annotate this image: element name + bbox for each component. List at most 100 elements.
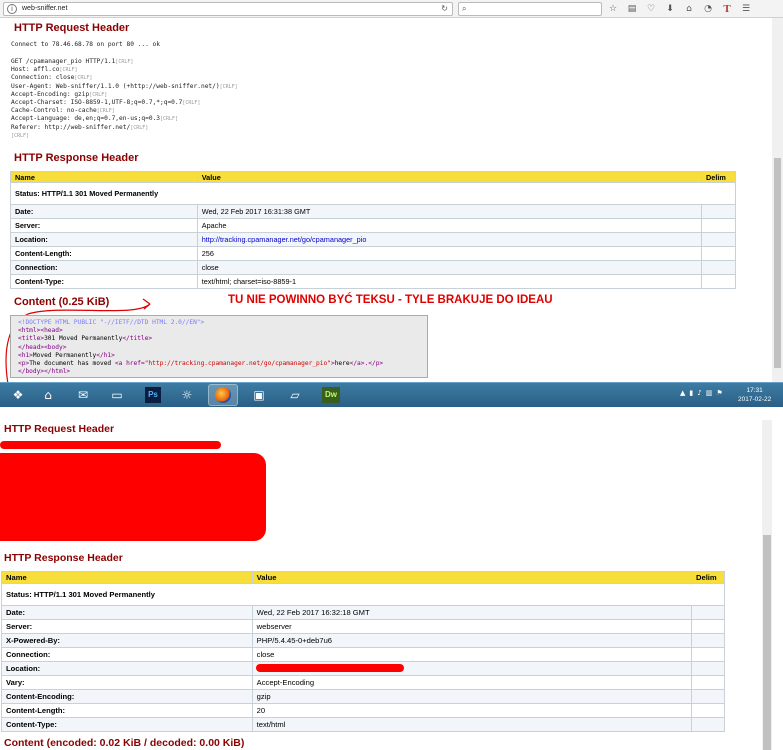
tray-arrow-icon[interactable]: ▲	[680, 389, 685, 397]
dreamweaver-icon[interactable]: Dw	[316, 384, 346, 406]
code-doctype: <!DOCTYPE HTML PUBLIC "-//IETF//DTD HTML…	[18, 319, 205, 326]
clock-time: 17:31	[746, 387, 763, 394]
header-row: Content-Encoding: gzip	[1, 689, 726, 704]
code-h1-open: <h1>	[18, 351, 33, 359]
sync-icon[interactable]: ◔	[701, 2, 715, 16]
network-tray-icon[interactable]: ▥	[706, 389, 713, 397]
scrollbar-thumb[interactable]	[774, 158, 781, 368]
header-row: Location:	[1, 661, 726, 676]
col-delim-header: Delim	[701, 171, 736, 183]
dreamweaver-label: Dw	[322, 387, 340, 403]
response-header-title: HTTP Response Header	[14, 152, 139, 164]
photoshop-label: Ps	[145, 387, 161, 403]
crlf-marker: [CRLF]	[11, 132, 30, 139]
code-p-text: The document has moved	[29, 360, 115, 368]
header-row: Content-Length: 20	[1, 703, 726, 718]
crlf-marker: [CRLF]	[115, 59, 134, 65]
volume-icon[interactable]: ♪	[697, 389, 701, 397]
bottom-col-name-header: Name	[1, 571, 253, 584]
crlf-marker: [CRLF]	[59, 67, 78, 74]
network-icon[interactable]: ☼	[172, 384, 202, 406]
request-line: Referer: http://web-sniffer.net/[CRLF]	[11, 124, 238, 132]
notepad-icon[interactable]: ▱	[280, 384, 310, 406]
t-addon-icon[interactable]: T	[720, 2, 734, 16]
header-name: Content-Type:	[1, 717, 253, 732]
site-info-icon[interactable]: i	[7, 4, 17, 14]
code-href-value: "http://tracking.cpamanager.net/go/cpama…	[144, 360, 331, 368]
request-line: GET /cpamanager_pio HTTP/1.1[CRLF]	[11, 58, 238, 66]
header-delim	[701, 218, 736, 233]
code-title-text: 301 Moved Permanently	[44, 335, 123, 343]
header-name: Content-Encoding:	[1, 689, 253, 704]
search-bar[interactable]: ⌕	[458, 2, 602, 16]
header-value: text/html; charset=iso-8859-1	[196, 274, 703, 289]
request-line-text: GET /cpamanager_pio HTTP/1.1	[11, 58, 116, 65]
firefox-logo	[215, 387, 231, 403]
header-delim	[701, 274, 736, 289]
header-row: Location: http://tracking.cpamanager.net/…	[10, 232, 736, 247]
status-row: Status: HTTP/1.1 301 Moved Permanently	[10, 182, 736, 205]
address-bar[interactable]: i web-sniffer.net ↻	[3, 2, 453, 16]
redaction-bar	[0, 441, 221, 449]
header-delim	[701, 204, 736, 219]
pocket-icon[interactable]: ♡	[644, 2, 658, 16]
thunderbird-icon[interactable]: ✉	[68, 384, 98, 406]
signal-icon[interactable]: ▮	[689, 389, 693, 397]
header-name: Date:	[10, 204, 198, 219]
header-row: Connection: close	[10, 260, 736, 275]
header-name: Connection:	[10, 260, 198, 275]
header-value: close	[196, 260, 703, 275]
header-row: Content-Type: text/html; charset=iso-8859…	[10, 274, 736, 289]
header-row: X-Powered-By: PHP/5.4.45-0+deb7u6	[1, 633, 726, 648]
bottom-content-title: Content (encoded: 0.02 KiB / decoded: 0.…	[4, 737, 245, 749]
start-orb[interactable]: ❖	[3, 384, 33, 406]
header-row: Connection: close	[1, 647, 726, 662]
request-line-text: Host: affl.co	[11, 66, 60, 74]
home-icon[interactable]: ⌂	[682, 2, 696, 16]
code-a-open: <a	[114, 360, 127, 368]
header-name: Server:	[1, 619, 253, 634]
col-name-header: Name	[10, 171, 198, 183]
flag-icon[interactable]: ⚑	[716, 389, 722, 397]
header-name: Content-Length:	[1, 703, 253, 718]
header-delim	[701, 246, 736, 261]
request-line: Accept-Encoding: gzip[CRLF]	[11, 91, 238, 99]
crlf-marker: [CRLF]	[74, 75, 93, 82]
firefox-icon[interactable]	[208, 384, 238, 406]
star-icon[interactable]: ☆	[606, 2, 620, 16]
header-row: Server: Apache	[10, 218, 736, 233]
system-clock[interactable]: 17:31 2017-02-22	[738, 386, 771, 404]
code-href-attr: href=	[126, 360, 145, 368]
header-delim	[690, 619, 726, 634]
photoshop-icon[interactable]: Ps	[138, 384, 168, 406]
file-manager-icon[interactable]: ▭	[102, 384, 132, 406]
reading-list-icon[interactable]: ▤	[625, 2, 639, 16]
header-name: X-Powered-By:	[1, 633, 253, 648]
code-link-text: here	[334, 360, 350, 368]
header-delim	[690, 689, 726, 704]
code-h1-close: </h1>	[96, 351, 115, 359]
header-name: Location:	[1, 661, 253, 676]
col-value-header: Value	[196, 171, 703, 183]
crlf-marker: [CRLF]	[89, 91, 108, 98]
crlf-marker: [CRLF]	[219, 83, 238, 90]
response-header-table: Name Value Delim Status: HTTP/1.1 301 Mo…	[10, 171, 736, 289]
menu-icon[interactable]: ☰	[739, 2, 753, 16]
request-lines: GET /cpamanager_pio HTTP/1.1[CRLF] Host: …	[11, 58, 238, 140]
request-line: Accept-Language: de,en;q=0.7,en-us;q=0.3…	[11, 115, 238, 123]
request-line: [CRLF]	[11, 132, 238, 140]
download-icon[interactable]: ⬇	[663, 2, 677, 16]
remote-desktop-icon[interactable]: ▣	[244, 384, 274, 406]
bottom-scrollbar[interactable]	[762, 420, 772, 750]
location-link[interactable]: http://tracking.cpamanager.net/go/cpaman…	[196, 232, 703, 247]
header-value: Apache	[196, 218, 703, 233]
address-url[interactable]: web-sniffer.net	[22, 5, 67, 12]
explorer-home-icon[interactable]: ⌂	[33, 384, 63, 406]
bottom-scrollbar-thumb[interactable]	[763, 535, 771, 750]
reload-icon[interactable]: ↻	[441, 4, 448, 13]
header-name: Content-Type:	[10, 274, 198, 289]
content-source-code: <!DOCTYPE HTML PUBLIC "-//IETF//DTD HTML…	[10, 315, 428, 378]
header-row: Content-Length: 256	[10, 246, 736, 261]
request-line-text: User-Agent: Web-sniffer/1.1.0 (+http://w…	[11, 82, 220, 90]
page-scrollbar[interactable]	[772, 18, 783, 382]
